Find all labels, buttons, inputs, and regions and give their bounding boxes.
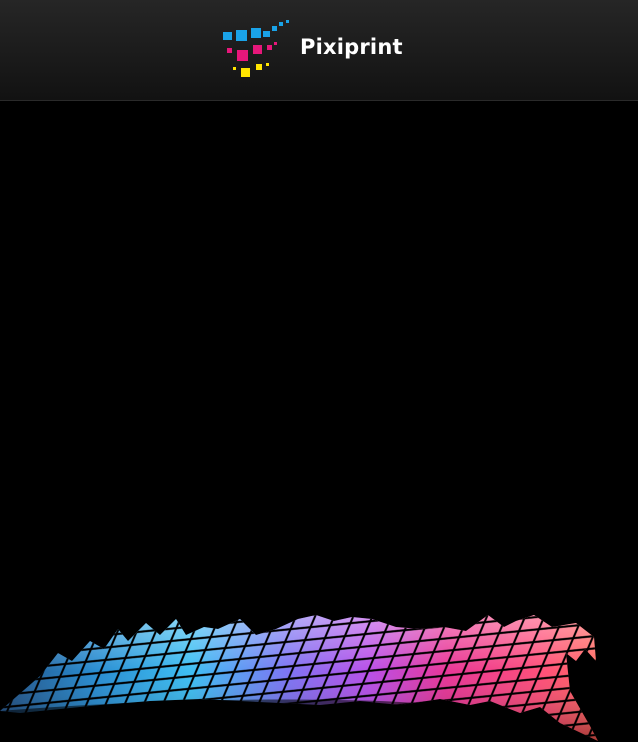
brand-name: Pixiprint (300, 35, 403, 59)
mosaic-wave-graphic (0, 615, 598, 742)
app-page: Pixiprint (0, 0, 638, 742)
brand-logo[interactable]: Pixiprint (222, 20, 422, 80)
pixiprint-pixel-logo-icon (223, 20, 289, 77)
hero-stage (0, 101, 638, 742)
header-bar: Pixiprint (0, 0, 638, 101)
